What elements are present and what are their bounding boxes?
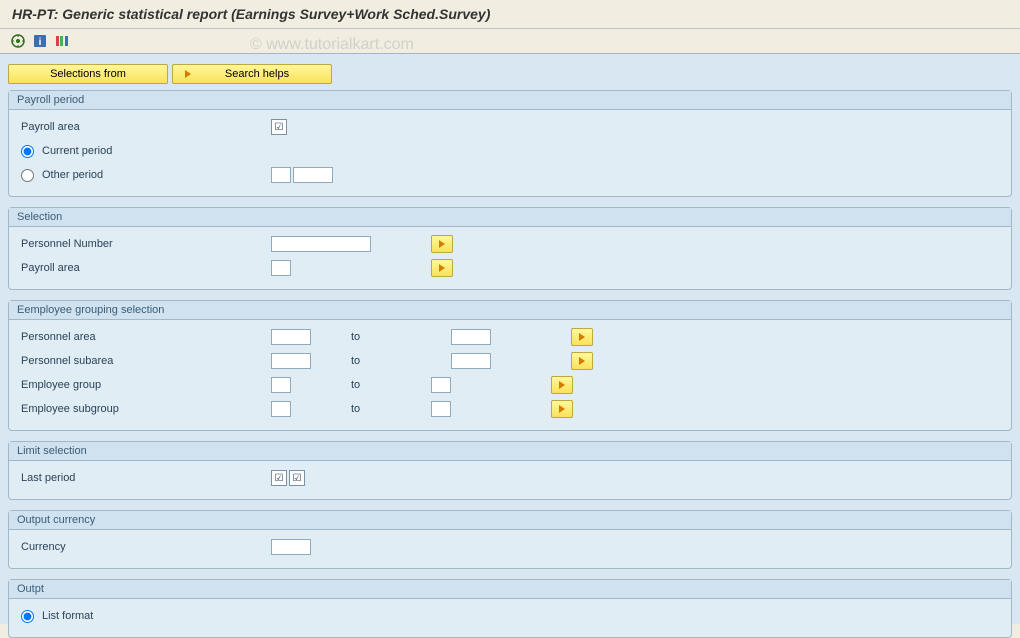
- payroll-area-value-help-icon[interactable]: ☑: [271, 119, 287, 135]
- content-area: Selections from Search helps Payroll per…: [0, 53, 1020, 624]
- to-label-3: to: [291, 379, 431, 391]
- arrow-right-icon: [559, 381, 565, 389]
- employee-subgroup-from[interactable]: [271, 401, 291, 417]
- payroll-period-title: Payroll period: [9, 91, 1011, 110]
- to-label-2: to: [311, 355, 451, 367]
- current-period-radio[interactable]: [21, 145, 34, 158]
- employee-group-from[interactable]: [271, 377, 291, 393]
- employee-grouping-group: Eemployee grouping selection Personnel a…: [8, 300, 1012, 431]
- payroll-area-multiselect-button[interactable]: [431, 259, 453, 277]
- svg-text:i: i: [39, 37, 42, 48]
- output-title: Outpt: [9, 580, 1011, 599]
- employee-subgroup-label: Employee subgroup: [21, 403, 271, 415]
- output-currency-title: Output currency: [9, 511, 1011, 530]
- payroll-area-label: Payroll area: [21, 121, 271, 133]
- employee-group-to[interactable]: [431, 377, 451, 393]
- employee-subgroup-to[interactable]: [431, 401, 451, 417]
- variant-icon[interactable]: [54, 33, 70, 49]
- arrow-right-icon: [579, 357, 585, 365]
- page-title: HR-PT: Generic statistical report (Earni…: [12, 6, 1008, 22]
- last-period-check-2[interactable]: ☑: [289, 470, 305, 486]
- info-icon[interactable]: i: [32, 33, 48, 49]
- arrow-right-icon: [439, 264, 445, 272]
- limit-selection-title: Limit selection: [9, 442, 1011, 461]
- arrow-right-icon: [559, 405, 565, 413]
- selection-group: Selection Personnel Number Payroll area: [8, 207, 1012, 290]
- employee-subgroup-multiselect-button[interactable]: [551, 400, 573, 418]
- currency-label: Currency: [21, 541, 271, 553]
- selection-title: Selection: [9, 208, 1011, 227]
- button-row: Selections from Search helps: [8, 64, 1012, 84]
- list-format-label: List format: [42, 610, 93, 622]
- personnel-area-label: Personnel area: [21, 331, 271, 343]
- search-helps-label: Search helps: [195, 68, 319, 80]
- other-period-input-2[interactable]: [293, 167, 333, 183]
- personnel-subarea-label: Personnel subarea: [21, 355, 271, 367]
- employee-grouping-title: Eemployee grouping selection: [9, 301, 1011, 320]
- arrow-right-icon: [579, 333, 585, 341]
- personnel-subarea-from[interactable]: [271, 353, 311, 369]
- employee-group-multiselect-button[interactable]: [551, 376, 573, 394]
- selections-from-button[interactable]: Selections from: [8, 64, 168, 84]
- payroll-area-input[interactable]: [271, 260, 291, 276]
- to-label-1: to: [311, 331, 451, 343]
- employee-group-label: Employee group: [21, 379, 271, 391]
- list-format-radio[interactable]: [21, 610, 34, 623]
- last-period-check-1[interactable]: ☑: [271, 470, 287, 486]
- personnel-area-multiselect-button[interactable]: [571, 328, 593, 346]
- other-period-input-1[interactable]: [271, 167, 291, 183]
- arrow-right-icon: [185, 70, 191, 78]
- personnel-number-label: Personnel Number: [21, 238, 271, 250]
- personnel-number-input[interactable]: [271, 236, 371, 252]
- to-label-4: to: [291, 403, 431, 415]
- currency-input[interactable]: [271, 539, 311, 555]
- payroll-area-label-2: Payroll area: [21, 262, 271, 274]
- icon-toolbar: i: [0, 29, 1020, 53]
- execute-icon[interactable]: [10, 33, 26, 49]
- search-helps-button[interactable]: Search helps: [172, 64, 332, 84]
- current-period-label: Current period: [42, 145, 112, 157]
- payroll-period-group: Payroll period Payroll area ☑ Current pe…: [8, 90, 1012, 197]
- last-period-label: Last period: [21, 472, 271, 484]
- personnel-number-multiselect-button[interactable]: [431, 235, 453, 253]
- output-currency-group: Output currency Currency: [8, 510, 1012, 569]
- title-bar: HR-PT: Generic statistical report (Earni…: [0, 0, 1020, 29]
- personnel-area-from[interactable]: [271, 329, 311, 345]
- personnel-area-to[interactable]: [451, 329, 491, 345]
- personnel-subarea-to[interactable]: [451, 353, 491, 369]
- limit-selection-group: Limit selection Last period ☑ ☑: [8, 441, 1012, 500]
- other-period-radio[interactable]: [21, 169, 34, 182]
- other-period-label: Other period: [42, 169, 103, 181]
- personnel-subarea-multiselect-button[interactable]: [571, 352, 593, 370]
- output-group: Outpt List format: [8, 579, 1012, 638]
- arrow-right-icon: [439, 240, 445, 248]
